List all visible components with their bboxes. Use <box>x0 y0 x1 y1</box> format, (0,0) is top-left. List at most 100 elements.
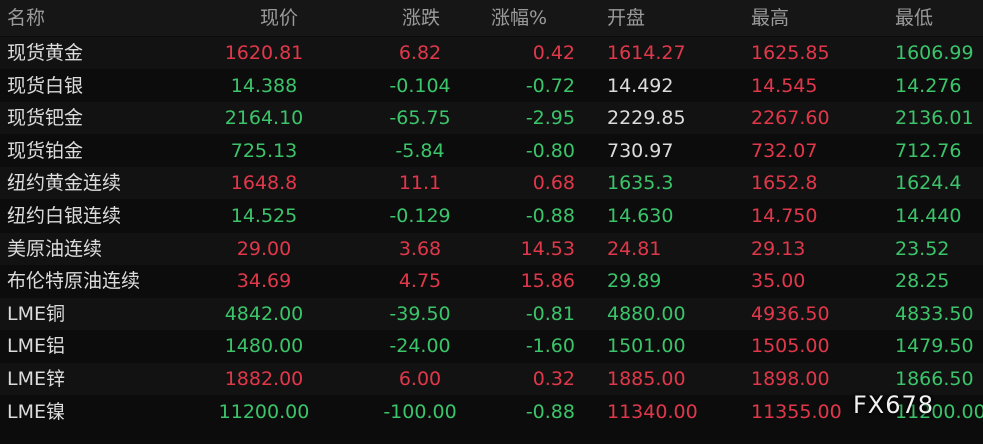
price-cell: 1882.00 <box>224 368 304 390</box>
change-cell: 3.68 <box>398 237 442 260</box>
change-pct-cell: -0.88 <box>525 400 575 423</box>
price-cell: 1648.8 <box>230 172 298 195</box>
high-cell: 14.545 <box>751 74 818 97</box>
open-cell: 1885.00 <box>607 368 686 390</box>
price-cell: 1480.00 <box>224 335 304 358</box>
low-cell: 712.76 <box>895 139 962 162</box>
high-cell: 732.07 <box>751 139 818 162</box>
instrument-name-cell: 纽约白银连续 <box>7 205 122 227</box>
low-cell: 23.52 <box>895 237 950 260</box>
column-header-change[interactable]: 涨跌 <box>402 0 440 36</box>
table-row[interactable]: 现货钯金 2164.10 -65.75 -2.95 2229.85 2267.60 2136… <box>0 102 983 135</box>
price-cell: 2164.10 <box>224 107 304 130</box>
change-cell: -39.50 <box>389 302 451 325</box>
instrument-name-cell: 现货黄金 <box>7 42 84 64</box>
table-row[interactable]: LME铝 1480.00 -24.00 -1.60 1501.00 1505.00 1479… <box>0 330 983 363</box>
open-cell: 1501.00 <box>607 335 686 358</box>
change-pct-cell: 0.32 <box>532 368 575 390</box>
open-cell: 24.81 <box>607 237 662 260</box>
price-cell: 1620.81 <box>224 42 304 64</box>
price-cell: 725.13 <box>230 139 298 162</box>
table-row[interactable]: 布伦特原油连续 34.69 4.75 15.86 29.89 35.00 28.25 <box>0 265 983 298</box>
instrument-name-cell: 美原油连续 <box>7 237 103 260</box>
change-pct-cell: 0.68 <box>532 172 575 195</box>
change-cell: -100.00 <box>383 400 457 423</box>
price-cell: 29.00 <box>236 237 292 260</box>
change-cell: 6.00 <box>398 368 442 390</box>
open-cell: 14.630 <box>607 205 674 227</box>
fx678-watermark: FX678 <box>853 391 935 419</box>
price-cell: 11200.00 <box>218 400 310 423</box>
table-row[interactable]: 现货铂金 725.13 -5.84 -0.80 730.97 732.07 712.76 <box>0 134 983 167</box>
table-header: 名称 现价 涨跌 涨幅% 开盘 最高 最低 <box>0 0 983 36</box>
change-pct-cell: 15.86 <box>520 270 575 293</box>
table-row[interactable]: 纽约黄金连续 1648.8 11.1 0.68 1635.3 1652.8 1624.4 <box>0 167 983 200</box>
instrument-name-cell: 纽约黄金连续 <box>7 172 122 195</box>
change-cell: -65.75 <box>389 107 451 130</box>
change-pct-cell: 14.53 <box>520 237 575 260</box>
change-pct-cell: -0.81 <box>525 302 575 325</box>
low-cell: 14.440 <box>895 205 962 227</box>
change-cell: 6.82 <box>398 42 442 64</box>
open-cell: 730.97 <box>607 139 674 162</box>
column-header-name[interactable]: 名称 <box>7 0 45 36</box>
open-cell: 14.492 <box>607 74 674 97</box>
column-header-open[interactable]: 开盘 <box>607 0 645 36</box>
open-cell: 2229.85 <box>607 107 686 130</box>
table-row[interactable]: LME铜 4842.00 -39.50 -0.81 4880.00 4936.50 4833… <box>0 297 983 330</box>
change-pct-cell: -0.72 <box>525 74 575 97</box>
high-cell: 1652.8 <box>751 172 818 195</box>
table-row[interactable]: 现货黄金 1620.81 6.82 0.42 1614.27 1625.85 1606.99 <box>0 37 983 69</box>
column-header-high[interactable]: 最高 <box>751 0 789 36</box>
open-cell: 29.89 <box>607 270 662 293</box>
instrument-name-cell: 现货铂金 <box>7 139 84 162</box>
column-header-change-pct[interactable]: 涨幅% <box>491 0 547 36</box>
change-pct-cell: -0.88 <box>525 205 575 227</box>
change-pct-cell: -1.60 <box>525 335 575 358</box>
price-cell: 14.525 <box>230 205 298 227</box>
high-cell: 1505.00 <box>751 335 830 358</box>
low-cell: 28.25 <box>895 270 950 293</box>
low-cell: 1479.50 <box>895 335 974 358</box>
change-cell: -0.129 <box>389 205 451 227</box>
open-cell: 1635.3 <box>607 172 674 195</box>
high-cell: 1898.00 <box>751 368 830 390</box>
low-cell: 4833.50 <box>895 302 974 325</box>
quote-table: 名称 现价 涨跌 涨幅% 开盘 最高 最低 现货黄金 1620.81 6.82 0.4… <box>0 0 983 444</box>
high-cell: 4936.50 <box>751 302 830 325</box>
column-header-low[interactable]: 最低 <box>895 0 933 36</box>
table-row[interactable]: 美原油连续 29.00 3.68 14.53 24.81 29.13 23.52 <box>0 232 983 265</box>
high-cell: 1625.85 <box>751 42 830 64</box>
instrument-name-cell: 现货白银 <box>7 74 84 97</box>
table-row[interactable]: LME锌 1882.00 6.00 0.32 1885.00 1898.00 1866.50 <box>0 363 983 395</box>
instrument-name-cell: 现货钯金 <box>7 107 84 130</box>
low-cell: 1624.4 <box>895 172 962 195</box>
price-cell: 4842.00 <box>224 302 304 325</box>
price-cell: 14.388 <box>230 74 298 97</box>
high-cell: 14.750 <box>751 205 818 227</box>
change-cell: 11.1 <box>398 172 442 195</box>
table-row[interactable]: 纽约白银连续 14.525 -0.129 -0.88 14.630 14.750 14.44… <box>0 200 983 232</box>
column-header-price[interactable]: 现价 <box>260 0 298 36</box>
change-cell: -0.104 <box>389 74 451 97</box>
high-cell: 11355.00 <box>751 400 842 423</box>
open-cell: 11340.00 <box>607 400 698 423</box>
open-cell: 1614.27 <box>607 42 686 64</box>
table-row[interactable]: 现货白银 14.388 -0.104 -0.72 14.492 14.545 14.276 <box>0 69 983 102</box>
change-pct-cell: -2.95 <box>525 107 575 130</box>
change-cell: -24.00 <box>389 335 451 358</box>
price-cell: 34.69 <box>236 270 292 293</box>
high-cell: 29.13 <box>751 237 806 260</box>
open-cell: 4880.00 <box>607 302 686 325</box>
change-cell: 4.75 <box>398 270 442 293</box>
low-cell: 2136.01 <box>895 107 974 130</box>
instrument-name-cell: LME锌 <box>7 368 65 390</box>
instrument-name-cell: LME镍 <box>7 400 65 423</box>
change-pct-cell: 0.42 <box>532 42 575 64</box>
high-cell: 2267.60 <box>751 107 830 130</box>
low-cell: 1606.99 <box>895 42 974 64</box>
table-row[interactable]: LME镍 11200.00 -100.00 -0.88 11340.00 11355.00… <box>0 395 983 428</box>
instrument-name-cell: LME铜 <box>7 302 65 325</box>
change-cell: -5.84 <box>395 139 445 162</box>
instrument-name-cell: 布伦特原油连续 <box>7 270 141 293</box>
